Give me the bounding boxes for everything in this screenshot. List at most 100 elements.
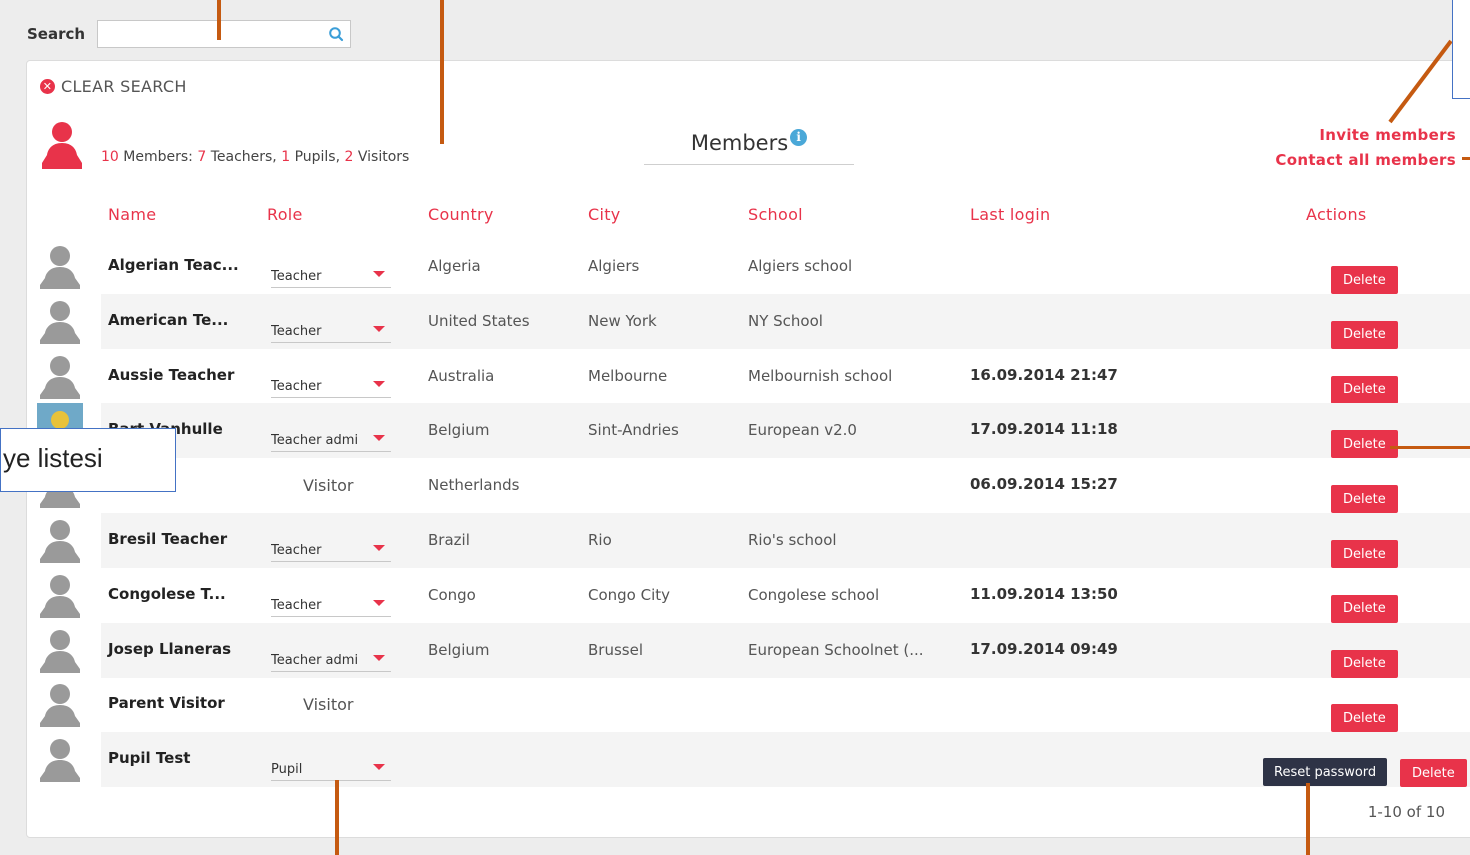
delete-button[interactable]: Delete	[1331, 594, 1398, 623]
caret-down-icon	[373, 545, 385, 551]
column-header-name: Name	[108, 205, 157, 224]
member-name[interactable]: Josep Llaneras	[108, 640, 231, 658]
delete-button[interactable]: Delete	[1331, 485, 1398, 514]
visitors-count-label: Visitors	[353, 149, 410, 165]
annotation-line	[440, 0, 444, 144]
member-name[interactable]: Pupil Test	[108, 749, 190, 767]
table-row: Josep Llaneras Teacher admi Belgium Brussel…	[40, 622, 1470, 678]
member-last-login: 16.09.2014 21:47	[970, 365, 1118, 384]
avatar-icon	[40, 684, 80, 728]
member-last-login: 06.09.2014 15:27	[970, 475, 1118, 494]
role-select-value: Pupil	[271, 762, 303, 778]
reset-password-button[interactable]: Reset password	[1263, 758, 1388, 787]
member-last-login: 17.09.2014 11:18	[970, 420, 1118, 439]
role-select[interactable]: Teacher admi	[271, 427, 391, 453]
annotation-line	[1390, 446, 1470, 449]
delete-button[interactable]: Delete	[1331, 649, 1398, 678]
avatar-icon	[40, 300, 80, 344]
search-icon[interactable]	[328, 26, 344, 42]
delete-button[interactable]: Delete	[1331, 430, 1398, 459]
clear-search-link[interactable]: ✕ CLEAR SEARCH	[40, 77, 187, 96]
member-name[interactable]: Bresil Teacher	[108, 530, 227, 548]
caret-down-icon	[373, 654, 385, 661]
role-select[interactable]: Teacher	[271, 537, 391, 562]
member-country: Brazil	[428, 531, 470, 549]
role-text: Visitor	[303, 476, 354, 496]
invite-members-link[interactable]: Invite members	[1319, 126, 1456, 144]
member-silhouette-icon	[42, 122, 82, 169]
teachers-count-label: Teachers,	[206, 149, 282, 165]
contact-all-members-link[interactable]: Contact all members	[1275, 151, 1456, 169]
member-country: Algeria	[428, 257, 481, 275]
annotation-line	[217, 0, 221, 40]
member-school: Rio's school	[748, 531, 837, 549]
role-select[interactable]: Teacher admi	[271, 647, 391, 672]
clear-search-label: CLEAR SEARCH	[61, 77, 187, 96]
delete-button[interactable]: Delete	[1331, 266, 1398, 294]
role-select-value: Teacher	[271, 543, 322, 558]
member-school: European v2.0	[748, 421, 857, 440]
member-school: NY School	[748, 311, 823, 330]
column-header-city: City	[588, 205, 621, 224]
member-city: Brussel	[588, 640, 643, 659]
members-summary: 10 Members: 7 Teachers, 1 Pupils, 2 Visi…	[101, 149, 409, 165]
table-row: Bresil Teacher Teacher Brazil Rio Rio's scho…	[40, 513, 1470, 568]
member-city: Congo City	[588, 585, 671, 604]
members-panel: ✕ CLEAR SEARCH 10 Members: 7 Teachers, 1…	[26, 60, 1470, 838]
page-title: Members i	[644, 129, 854, 165]
member-country: United States	[428, 311, 530, 330]
members-count: 10	[101, 149, 119, 165]
table-row: Parent Visitor Visitor Delete	[40, 677, 1470, 733]
caret-down-icon	[373, 599, 385, 606]
role-select[interactable]: Teacher	[271, 263, 391, 288]
member-school: Melbournish school	[748, 366, 893, 385]
role-select[interactable]: Pupil	[271, 756, 391, 782]
search-field[interactable]	[97, 20, 352, 48]
delete-button[interactable]: Delete	[1400, 759, 1467, 788]
member-country: Belgium	[428, 421, 490, 440]
member-country: Australia	[428, 366, 495, 385]
role-select-value: Teacher admi	[271, 433, 359, 449]
search-input[interactable]	[98, 21, 351, 47]
member-city: Melbourne	[588, 366, 668, 385]
delete-button[interactable]: Delete	[1331, 375, 1398, 404]
column-header-country: Country	[428, 205, 494, 224]
member-last-login: 11.09.2014 13:50	[970, 584, 1118, 603]
member-last-login: 17.09.2014 09:49	[970, 639, 1118, 658]
info-icon[interactable]: i	[790, 129, 808, 146]
delete-button[interactable]: Delete	[1331, 320, 1398, 349]
pupils-count-label: Pupils,	[290, 149, 345, 165]
table-row: American Te... Teacher United States New Yo…	[40, 293, 1470, 349]
column-header-school: School	[748, 205, 803, 224]
member-name[interactable]: American Te...	[108, 311, 228, 329]
role-select-value: Teacher	[271, 378, 322, 394]
avatar-icon	[40, 574, 80, 618]
member-name[interactable]: Congolese T...	[108, 585, 226, 603]
role-select-value: Teacher	[271, 323, 322, 339]
column-header-role: Role	[267, 205, 303, 224]
role-select[interactable]: Teacher	[271, 373, 391, 398]
table-row: Congolese T... Teacher Congo Congo City Cong…	[40, 568, 1470, 623]
role-text: Visitor	[303, 695, 354, 715]
member-city: New York	[588, 311, 657, 330]
member-name[interactable]: Algerian Teac...	[108, 256, 239, 274]
caret-down-icon	[373, 435, 385, 442]
search-label: Search	[27, 25, 86, 43]
member-name[interactable]: Parent Visitor	[108, 694, 225, 712]
role-select[interactable]: Teacher	[271, 318, 391, 343]
role-select-value: Teacher	[271, 269, 322, 284]
annotation-callout: ye listesi	[0, 428, 176, 492]
role-select[interactable]: Teacher	[271, 592, 391, 617]
member-name[interactable]: Aussie Teacher	[108, 366, 234, 384]
page-title-text: Members	[690, 131, 789, 155]
delete-button[interactable]: Delete	[1331, 540, 1398, 568]
member-city: Rio	[588, 531, 612, 549]
avatar-icon	[40, 629, 80, 673]
column-header-actions: Actions	[1306, 205, 1367, 224]
table-row: Pupil Test Pupil Reset password Delete	[40, 732, 1470, 788]
delete-button[interactable]: Delete	[1331, 704, 1398, 733]
column-header-last-login: Last login	[970, 205, 1051, 224]
member-school: Algiers school	[748, 257, 853, 275]
member-school: Congolese school	[748, 585, 880, 604]
member-city: Sint-Andries	[588, 421, 679, 440]
